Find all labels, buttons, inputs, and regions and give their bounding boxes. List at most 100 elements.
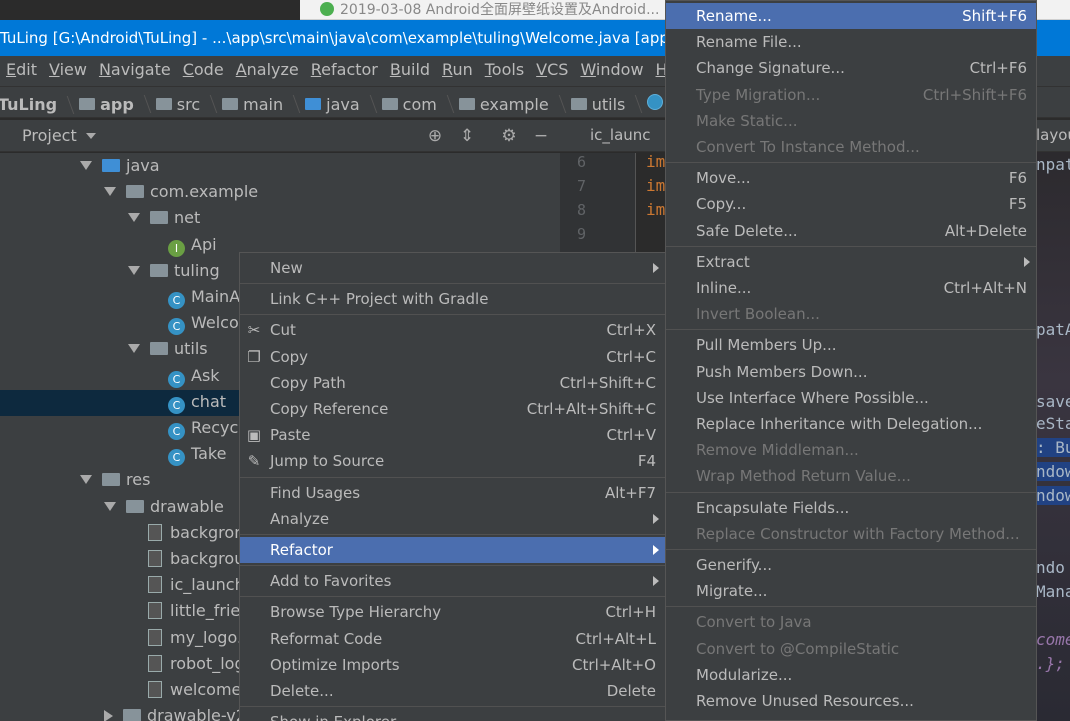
tree-item-ask[interactable]: C Ask <box>168 363 220 389</box>
menu-item-analyze[interactable]: Analyze <box>240 506 665 532</box>
menu-item-refactor[interactable]: Refactor <box>240 537 665 563</box>
menu-item-copy-reference[interactable]: Copy Reference Ctrl+Alt+Shift+C <box>240 396 665 422</box>
menu-item-extract[interactable]: Extract <box>666 249 1036 275</box>
menu-item-link-c-project-with-gradle[interactable]: Link C++ Project with Gradle <box>240 286 665 312</box>
tab-layout[interactable]: layou <box>1036 126 1070 144</box>
menu-item-safe-delete[interactable]: Safe Delete... Alt+Delete <box>666 218 1036 244</box>
tree-item-maina[interactable]: C MainA <box>168 284 240 310</box>
menu-run[interactable]: Run <box>442 56 473 84</box>
tree-item-label: Api <box>191 234 217 254</box>
breadcrumb-item-main[interactable]: main <box>222 89 301 117</box>
tree-item-little-frier[interactable]: little_frier <box>148 598 247 624</box>
tree-item-robot-log[interactable]: robot_log <box>148 651 245 677</box>
menu-item-paste[interactable]: ▣ Paste Ctrl+V <box>240 422 665 448</box>
breadcrumb-item-com[interactable]: com <box>381 89 455 117</box>
breadcrumb-item-tuling[interactable]: TuLing <box>0 90 75 118</box>
expand-arrow-icon[interactable] <box>104 187 116 197</box>
tab-ic-launcher[interactable]: ic_launc <box>590 126 651 144</box>
expand-arrow-icon[interactable] <box>128 265 140 275</box>
tree-item-label: Ask <box>191 365 220 385</box>
menu-vcs[interactable]: VCS <box>536 56 568 84</box>
menu-item-generify[interactable]: Generify... <box>666 552 1036 578</box>
menu-item-browse-type-hierarchy[interactable]: Browse Type Hierarchy Ctrl+H <box>240 599 665 625</box>
menu-item-new[interactable]: New <box>240 255 665 281</box>
menu-item-push-members-down[interactable]: Push Members Down... <box>666 359 1036 385</box>
menu-item-optimize-imports[interactable]: Optimize Imports Ctrl+Alt+O <box>240 652 665 678</box>
clipboard-icon: ▣ <box>246 426 262 445</box>
expand-arrow-icon[interactable] <box>80 475 92 485</box>
collapse-arrow-icon[interactable] <box>104 710 113 721</box>
tree-item-my-logo-p[interactable]: my_logo.p <box>148 625 252 651</box>
expand-arrow-icon[interactable] <box>80 161 92 170</box>
collapse-icon[interactable]: ⇕ <box>458 127 476 145</box>
menu-item-add-to-favorites[interactable]: Add to Favorites <box>240 568 665 594</box>
tree-item-res[interactable]: res <box>80 467 150 493</box>
menu-item-copy[interactable]: Copy... F5 <box>666 191 1036 217</box>
menu-item-reformat-code[interactable]: Reformat Code Ctrl+Alt+L <box>240 626 665 652</box>
menu-item-encapsulate-fields[interactable]: Encapsulate Fields... <box>666 495 1036 521</box>
tree-item-welco[interactable]: C Welco <box>168 310 239 336</box>
menu-item-cut[interactable]: ✂ Cut Ctrl+X <box>240 317 665 343</box>
menu-item-move[interactable]: Move... F6 <box>666 165 1036 191</box>
menu-item-inline[interactable]: Inline... Ctrl+Alt+N <box>666 275 1036 301</box>
expand-arrow-icon[interactable] <box>128 213 140 223</box>
menu-item-delete[interactable]: Delete... Delete <box>240 678 665 704</box>
tree-item-recycl[interactable]: C Recycl <box>168 415 243 441</box>
menu-item-rename-file[interactable]: Rename File... <box>666 29 1036 55</box>
tree-item-com-example[interactable]: com.example <box>104 179 258 205</box>
tree-item-label: Recycl <box>191 418 243 437</box>
tree-item-backgrou[interactable]: backgrou <box>148 546 244 572</box>
menu-edit[interactable]: Edit <box>6 56 37 84</box>
menu-tools[interactable]: Tools <box>485 56 524 84</box>
menu-item-find-usages[interactable]: Find Usages Alt+F7 <box>240 480 665 506</box>
tree-item-welcome[interactable]: welcome. <box>148 677 246 703</box>
expand-arrow-icon[interactable] <box>128 344 140 354</box>
menu-item-replace-inheritance-with-delegation[interactable]: Replace Inheritance with Delegation... <box>666 411 1036 437</box>
gear-icon[interactable]: ⚙ <box>500 127 518 145</box>
menu-item-copy-path[interactable]: Copy Path Ctrl+Shift+C <box>240 370 665 396</box>
breadcrumb-label: utils <box>591 94 626 114</box>
expand-arrow-icon[interactable] <box>104 501 116 511</box>
breadcrumb-item-utils[interactable]: utils <box>570 89 644 117</box>
project-panel-label[interactable]: Project <box>22 126 77 145</box>
menu-item-jump-to-source[interactable]: ✎ Jump to Source F4 <box>240 448 665 474</box>
menu-item-modularize[interactable]: Modularize... <box>666 662 1036 688</box>
menu-item-rename[interactable]: Rename... Shift+F6 <box>666 3 1036 29</box>
tree-item-net[interactable]: net <box>128 205 200 231</box>
menu-view[interactable]: View <box>49 56 87 84</box>
menu-item-label: Extract <box>696 252 750 271</box>
breadcrumb-item-java[interactable]: java <box>305 89 378 117</box>
menu-item-pull-members-up[interactable]: Pull Members Up... <box>666 332 1036 358</box>
tree-item-chat[interactable]: Cchat <box>168 389 226 415</box>
tree-item-backgron[interactable]: backgron <box>148 520 244 546</box>
menu-item-copy[interactable]: ❐ Copy Ctrl+C <box>240 344 665 370</box>
menu-item-show-in-explorer[interactable]: Show in Explorer <box>240 709 665 721</box>
menu-window[interactable]: Window <box>580 56 643 84</box>
tree-item-api[interactable]: I Api <box>168 232 217 258</box>
breadcrumb-item-example[interactable]: example <box>458 89 567 117</box>
menu-item-remove-unused-resources[interactable]: Remove Unused Resources... <box>666 688 1036 714</box>
menu-item-label: Rename File... <box>696 33 802 52</box>
tree-item-java[interactable]: java <box>80 153 160 179</box>
folder-icon <box>123 709 141 721</box>
tree-item-tuling[interactable]: tuling <box>128 258 220 284</box>
menu-navigate[interactable]: Navigate <box>99 56 171 84</box>
tree-item-drawable[interactable]: drawable <box>104 494 224 520</box>
menu-code[interactable]: Code <box>183 56 224 84</box>
breadcrumb-item-src[interactable]: src <box>155 89 218 117</box>
menu-refactor[interactable]: Refactor <box>311 56 378 84</box>
tree-item-utils[interactable]: utils <box>128 336 208 362</box>
minimize-icon[interactable]: − <box>532 127 550 145</box>
menu-item-migrate[interactable]: Migrate... <box>666 578 1036 604</box>
menu-build[interactable]: Build <box>390 56 430 84</box>
tree-item-drawable-v24[interactable]: drawable-v24 <box>104 703 256 721</box>
breadcrumb-item-app[interactable]: app <box>79 89 152 117</box>
tree-item-take[interactable]: C Take <box>168 441 226 467</box>
target-icon[interactable]: ⊕ <box>426 127 444 145</box>
menu-item-change-signature[interactable]: Change Signature... Ctrl+F6 <box>666 55 1036 81</box>
menu-item-use-interface-where-possible[interactable]: Use Interface Where Possible... <box>666 385 1036 411</box>
menu-item-label: Use Interface Where Possible... <box>696 388 929 407</box>
menu-analyze[interactable]: Analyze <box>236 56 299 84</box>
chevron-down-icon[interactable] <box>86 133 96 139</box>
class-icon: C <box>168 449 185 467</box>
